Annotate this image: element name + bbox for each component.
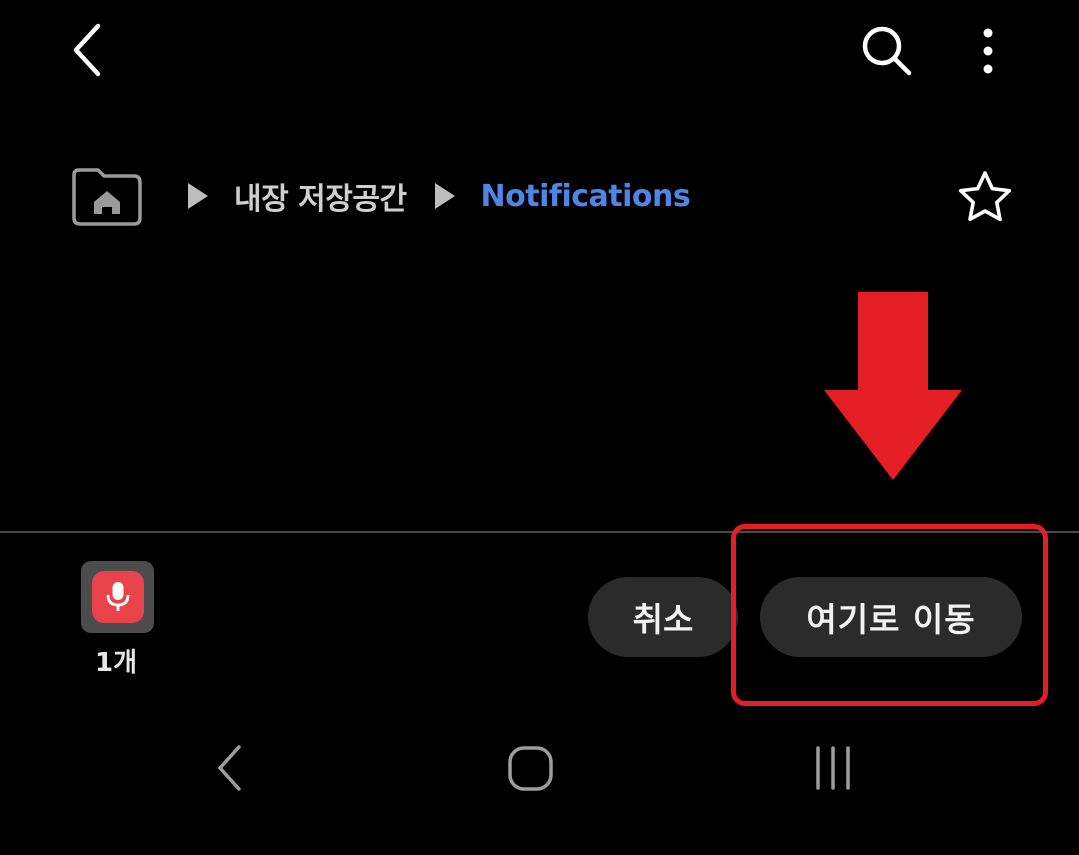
system-back-button[interactable] [200, 730, 260, 806]
search-icon [862, 26, 912, 76]
more-options-button[interactable] [960, 18, 1016, 84]
home-folder-icon [72, 168, 142, 226]
home-folder-button[interactable] [70, 164, 144, 228]
more-vertical-icon [983, 28, 993, 74]
system-recents-button[interactable] [802, 730, 864, 806]
selected-file-thumbnail [81, 561, 154, 633]
nav-home-icon [508, 746, 553, 791]
chevron-left-icon [73, 23, 101, 77]
triangle-right-icon [188, 183, 208, 209]
voice-recorder-icon [91, 571, 144, 623]
back-button[interactable] [56, 14, 120, 86]
cancel-button[interactable]: 취소 [588, 577, 738, 657]
nav-back-icon [218, 745, 241, 791]
breadcrumb-item-internal-storage[interactable]: 내장 저장공간 [234, 174, 407, 218]
favorite-button[interactable] [950, 162, 1020, 232]
triangle-right-icon [434, 183, 455, 209]
breadcrumb-item-current-folder[interactable]: Notifications [481, 179, 691, 214]
breadcrumb-separator [433, 181, 457, 211]
system-home-button[interactable] [500, 730, 562, 806]
selected-count: 1개 [94, 648, 137, 678]
red-down-arrow [822, 290, 964, 482]
nav-recents-icon [816, 746, 850, 790]
breadcrumb: 내장 저장공간 Notifications [70, 160, 691, 232]
highlight-box [731, 524, 1048, 706]
search-button[interactable] [852, 18, 922, 84]
star-outline-icon [958, 171, 1012, 222]
breadcrumb-separator [186, 181, 210, 211]
